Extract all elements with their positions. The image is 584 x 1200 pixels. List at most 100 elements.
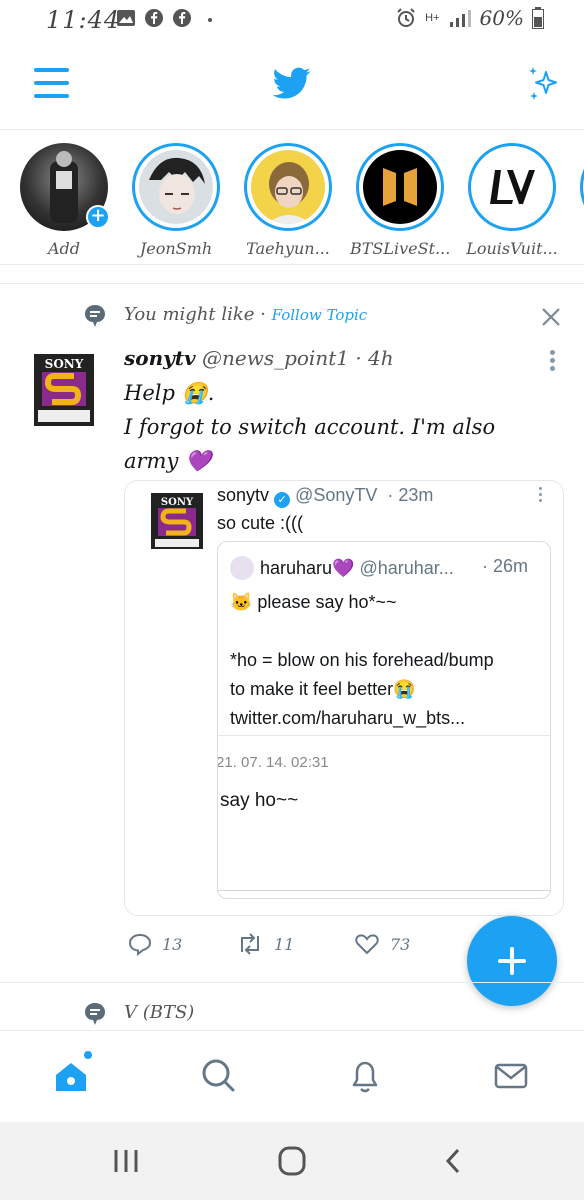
tweet-text: Help 😭. I forgot to switch account. I'm … bbox=[124, 376, 544, 478]
menu-bar bbox=[34, 94, 69, 98]
inner-text-line: *ho = blow on his forehead/bump bbox=[230, 650, 494, 670]
battery-icon bbox=[532, 7, 544, 29]
close-icon[interactable] bbox=[540, 306, 562, 328]
topic-separator: · bbox=[254, 304, 272, 325]
quoted-avatar: SONY bbox=[151, 493, 203, 549]
tweet-actions: 13 11 73 bbox=[124, 932, 444, 968]
like-button[interactable]: 73 bbox=[354, 932, 410, 956]
network-type-label: H+ bbox=[425, 12, 440, 24]
fleet-jeonsmh[interactable]: JeonSmh bbox=[126, 143, 226, 258]
svg-text:SONY: SONY bbox=[161, 497, 194, 508]
status-system-icons: H+ 60% bbox=[395, 6, 544, 30]
like-count: 73 bbox=[390, 934, 411, 954]
quoted-tweet-card[interactable]: SONY sonytv ✓ @SonyTV · 23m so cute :(((… bbox=[124, 480, 564, 916]
lv-monogram-icon bbox=[490, 170, 535, 204]
status-time: 11:44 bbox=[46, 6, 121, 34]
topic-bubble-icon bbox=[85, 305, 105, 327]
quoted-display-name: sonytv bbox=[217, 485, 270, 505]
sony-avatar[interactable]: SONY bbox=[34, 354, 94, 426]
inner-link: twitter.com/haruharu_w_bts... bbox=[230, 708, 466, 728]
menu-bar bbox=[34, 68, 69, 72]
tweet-text-line: I forgot to switch account. I'm also bbox=[124, 415, 496, 439]
person-photo-icon bbox=[267, 162, 311, 224]
tweet-time: · 4h bbox=[348, 346, 394, 370]
home-circle-icon[interactable] bbox=[272, 1144, 312, 1178]
reply-button[interactable]: 13 bbox=[128, 932, 182, 956]
signal-icon bbox=[449, 10, 471, 27]
fleet-partial[interactable] bbox=[574, 143, 584, 231]
quoted-handle: @SonyTV bbox=[295, 485, 378, 505]
svg-text:SONY: SONY bbox=[45, 357, 84, 371]
fleet-label: Add bbox=[47, 239, 81, 258]
fleet-taehyung[interactable]: Taehyun... bbox=[238, 143, 338, 258]
home-icon[interactable] bbox=[46, 1051, 96, 1101]
retweet-button[interactable]: 11 bbox=[236, 932, 294, 956]
topic-label: V (BTS) bbox=[124, 1002, 195, 1023]
back-icon[interactable] bbox=[434, 1144, 474, 1178]
reply-count: 13 bbox=[162, 934, 183, 954]
fleet-add[interactable]: + Add bbox=[14, 143, 114, 258]
illustrated-face-icon bbox=[149, 157, 205, 214]
inner-text-line: 🐱 please say ho*~~ bbox=[230, 592, 397, 612]
compose-button[interactable] bbox=[467, 916, 557, 1006]
inner-bottom-line bbox=[218, 890, 550, 891]
fleets-row: + Add JeonSmh Taehyun... BTSLiveSt... Lo… bbox=[0, 131, 584, 265]
inner-reply-text: say ho~~ bbox=[220, 790, 299, 811]
menu-button[interactable] bbox=[32, 66, 72, 100]
menu-bar bbox=[34, 81, 69, 85]
sony-logo-icon: SONY bbox=[34, 354, 94, 426]
tweet-more-icon[interactable] bbox=[548, 350, 556, 372]
search-icon[interactable] bbox=[193, 1051, 243, 1101]
section-divider bbox=[0, 266, 584, 284]
notifications-bell-icon[interactable] bbox=[340, 1051, 390, 1101]
fleet-label: Taehyun... bbox=[246, 239, 330, 258]
fleet-label: JeonSmh bbox=[139, 239, 213, 258]
topic-bubble-icon bbox=[85, 1003, 105, 1025]
status-bar: 11:44 H+ 60% bbox=[0, 0, 584, 40]
fleet-ring bbox=[132, 143, 220, 231]
reply-icon bbox=[128, 933, 152, 956]
sparkle-icon[interactable] bbox=[524, 64, 564, 104]
inner-time: · 26m bbox=[482, 556, 529, 576]
twitter-bird-icon bbox=[272, 67, 311, 99]
fleet-louisvuitton[interactable]: LouisVuit... bbox=[462, 143, 562, 258]
fleet-label: BTSLiveSt... bbox=[350, 239, 451, 258]
recent-apps-icon[interactable] bbox=[106, 1144, 146, 1178]
quoted-text: so cute :((( bbox=[217, 513, 304, 533]
fleet-btslivestream[interactable]: BTSLiveSt... bbox=[350, 143, 450, 258]
status-notification-icons bbox=[116, 8, 220, 28]
avatar bbox=[139, 150, 213, 224]
tweet-text-line: army 💜 bbox=[124, 449, 212, 473]
bottom-navigation bbox=[0, 1030, 584, 1122]
bts-logo-icon bbox=[383, 168, 417, 206]
alarm-icon bbox=[397, 8, 415, 27]
heart-icon bbox=[355, 934, 379, 955]
facebook-icon bbox=[173, 9, 191, 27]
retweet-icon bbox=[241, 933, 259, 955]
fleet-ring: + bbox=[20, 143, 110, 231]
verified-badge-icon: ✓ bbox=[274, 492, 291, 508]
app-header bbox=[0, 40, 584, 130]
follow-topic-link[interactable]: Follow Topic bbox=[272, 306, 368, 324]
quoted-more-icon bbox=[537, 487, 543, 507]
tweet-handle[interactable]: @news_point1 bbox=[202, 346, 349, 370]
inner-text-line: to make it feel better😭 bbox=[230, 679, 416, 699]
plus-icon bbox=[510, 947, 514, 975]
fleet-ring bbox=[468, 143, 556, 231]
inner-avatar bbox=[230, 556, 254, 580]
fleet-ring bbox=[580, 143, 584, 231]
inner-display-name: haruharu💜 bbox=[260, 558, 355, 578]
avatar bbox=[251, 150, 325, 224]
inner-header: haruharu💜 @haruhar... bbox=[230, 556, 454, 580]
tweet-display-name[interactable]: sonytv bbox=[124, 346, 196, 370]
battery-percent: 60% bbox=[479, 6, 524, 30]
dot-icon bbox=[208, 18, 212, 22]
inner-date: 21. 07. 14. 02:31 bbox=[217, 754, 329, 771]
system-navigation-bar bbox=[0, 1122, 584, 1200]
fleet-ring bbox=[356, 143, 444, 231]
inner-text: 🐱 please say ho*~~ *ho = blow on his for… bbox=[230, 588, 540, 733]
sony-logo-icon: SONY bbox=[151, 493, 203, 549]
avatar bbox=[363, 150, 437, 224]
messages-mail-icon[interactable] bbox=[486, 1051, 536, 1101]
topic-banner: You might like · Follow Topic bbox=[0, 296, 584, 336]
